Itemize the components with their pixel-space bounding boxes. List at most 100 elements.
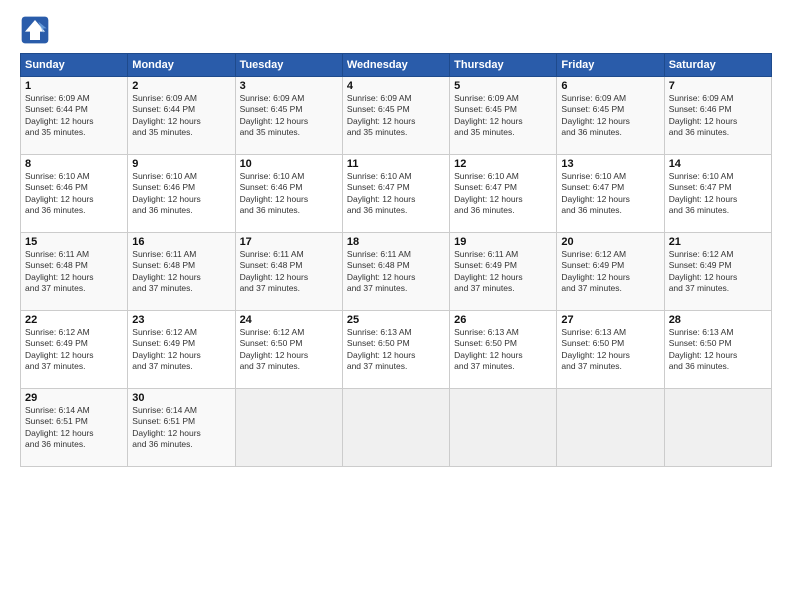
table-cell-4: 4 Sunrise: 6:09 AM Sunset: 6:45 PM Dayli… [342, 77, 449, 155]
day-number: 21 [669, 236, 767, 248]
table-cell-7: 7 Sunrise: 6:09 AM Sunset: 6:46 PM Dayli… [664, 77, 771, 155]
table-cell-8: 8 Sunrise: 6:10 AM Sunset: 6:46 PM Dayli… [21, 155, 128, 233]
day-number: 7 [669, 80, 767, 92]
table-cell-empty [557, 389, 664, 467]
day-info: Sunrise: 6:12 AM Sunset: 6:49 PM Dayligh… [25, 327, 123, 373]
day-info: Sunrise: 6:13 AM Sunset: 6:50 PM Dayligh… [561, 327, 659, 373]
day-info: Sunrise: 6:10 AM Sunset: 6:47 PM Dayligh… [561, 171, 659, 217]
day-number: 30 [132, 392, 230, 404]
day-info: Sunrise: 6:09 AM Sunset: 6:44 PM Dayligh… [25, 93, 123, 139]
day-info: Sunrise: 6:14 AM Sunset: 6:51 PM Dayligh… [25, 405, 123, 451]
day-info: Sunrise: 6:14 AM Sunset: 6:51 PM Dayligh… [132, 405, 230, 451]
day-number: 16 [132, 236, 230, 248]
header-sunday: Sunday [21, 54, 128, 77]
table-cell-24: 24 Sunrise: 6:12 AM Sunset: 6:50 PM Dayl… [235, 311, 342, 389]
day-info: Sunrise: 6:11 AM Sunset: 6:48 PM Dayligh… [132, 249, 230, 295]
table-cell-20: 20 Sunrise: 6:12 AM Sunset: 6:49 PM Dayl… [557, 233, 664, 311]
day-number: 2 [132, 80, 230, 92]
table-cell-28: 28 Sunrise: 6:13 AM Sunset: 6:50 PM Dayl… [664, 311, 771, 389]
table-cell-26: 26 Sunrise: 6:13 AM Sunset: 6:50 PM Dayl… [450, 311, 557, 389]
day-info: Sunrise: 6:11 AM Sunset: 6:48 PM Dayligh… [25, 249, 123, 295]
table-cell-6: 6 Sunrise: 6:09 AM Sunset: 6:45 PM Dayli… [557, 77, 664, 155]
day-info: Sunrise: 6:10 AM Sunset: 6:47 PM Dayligh… [347, 171, 445, 217]
day-info: Sunrise: 6:10 AM Sunset: 6:47 PM Dayligh… [669, 171, 767, 217]
day-info: Sunrise: 6:10 AM Sunset: 6:46 PM Dayligh… [240, 171, 338, 217]
header-thursday: Thursday [450, 54, 557, 77]
table-cell-1: 1 Sunrise: 6:09 AM Sunset: 6:44 PM Dayli… [21, 77, 128, 155]
day-number: 10 [240, 158, 338, 170]
header-friday: Friday [557, 54, 664, 77]
logo [20, 15, 54, 45]
table-cell-21: 21 Sunrise: 6:12 AM Sunset: 6:49 PM Dayl… [664, 233, 771, 311]
table-cell-3: 3 Sunrise: 6:09 AM Sunset: 6:45 PM Dayli… [235, 77, 342, 155]
day-number: 19 [454, 236, 552, 248]
day-number: 26 [454, 314, 552, 326]
logo-icon [20, 15, 50, 45]
header-saturday: Saturday [664, 54, 771, 77]
table-cell-23: 23 Sunrise: 6:12 AM Sunset: 6:49 PM Dayl… [128, 311, 235, 389]
day-number: 29 [25, 392, 123, 404]
table-cell-empty [664, 389, 771, 467]
day-number: 23 [132, 314, 230, 326]
day-info: Sunrise: 6:12 AM Sunset: 6:50 PM Dayligh… [240, 327, 338, 373]
day-number: 5 [454, 80, 552, 92]
day-info: Sunrise: 6:12 AM Sunset: 6:49 PM Dayligh… [561, 249, 659, 295]
day-number: 28 [669, 314, 767, 326]
table-cell-empty [342, 389, 449, 467]
day-number: 11 [347, 158, 445, 170]
day-number: 24 [240, 314, 338, 326]
day-number: 14 [669, 158, 767, 170]
weekday-header-row: Sunday Monday Tuesday Wednesday Thursday… [21, 54, 772, 77]
table-cell-2: 2 Sunrise: 6:09 AM Sunset: 6:44 PM Dayli… [128, 77, 235, 155]
table-cell-14: 14 Sunrise: 6:10 AM Sunset: 6:47 PM Dayl… [664, 155, 771, 233]
calendar-table: Sunday Monday Tuesday Wednesday Thursday… [20, 53, 772, 467]
day-info: Sunrise: 6:13 AM Sunset: 6:50 PM Dayligh… [669, 327, 767, 373]
day-number: 15 [25, 236, 123, 248]
table-cell-13: 13 Sunrise: 6:10 AM Sunset: 6:47 PM Dayl… [557, 155, 664, 233]
day-info: Sunrise: 6:10 AM Sunset: 6:47 PM Dayligh… [454, 171, 552, 217]
table-cell-27: 27 Sunrise: 6:13 AM Sunset: 6:50 PM Dayl… [557, 311, 664, 389]
day-number: 27 [561, 314, 659, 326]
table-cell-22: 22 Sunrise: 6:12 AM Sunset: 6:49 PM Dayl… [21, 311, 128, 389]
table-cell-5: 5 Sunrise: 6:09 AM Sunset: 6:45 PM Dayli… [450, 77, 557, 155]
table-cell-9: 9 Sunrise: 6:10 AM Sunset: 6:46 PM Dayli… [128, 155, 235, 233]
table-cell-empty [450, 389, 557, 467]
header [20, 15, 772, 45]
day-number: 20 [561, 236, 659, 248]
day-info: Sunrise: 6:13 AM Sunset: 6:50 PM Dayligh… [454, 327, 552, 373]
day-number: 22 [25, 314, 123, 326]
day-info: Sunrise: 6:11 AM Sunset: 6:48 PM Dayligh… [347, 249, 445, 295]
day-number: 9 [132, 158, 230, 170]
day-number: 17 [240, 236, 338, 248]
table-cell-12: 12 Sunrise: 6:10 AM Sunset: 6:47 PM Dayl… [450, 155, 557, 233]
page: Sunday Monday Tuesday Wednesday Thursday… [0, 0, 792, 612]
day-info: Sunrise: 6:13 AM Sunset: 6:50 PM Dayligh… [347, 327, 445, 373]
day-info: Sunrise: 6:11 AM Sunset: 6:48 PM Dayligh… [240, 249, 338, 295]
table-cell-18: 18 Sunrise: 6:11 AM Sunset: 6:48 PM Dayl… [342, 233, 449, 311]
table-cell-10: 10 Sunrise: 6:10 AM Sunset: 6:46 PM Dayl… [235, 155, 342, 233]
day-number: 1 [25, 80, 123, 92]
day-number: 18 [347, 236, 445, 248]
table-cell-19: 19 Sunrise: 6:11 AM Sunset: 6:49 PM Dayl… [450, 233, 557, 311]
day-info: Sunrise: 6:09 AM Sunset: 6:45 PM Dayligh… [454, 93, 552, 139]
table-cell-16: 16 Sunrise: 6:11 AM Sunset: 6:48 PM Dayl… [128, 233, 235, 311]
day-info: Sunrise: 6:12 AM Sunset: 6:49 PM Dayligh… [132, 327, 230, 373]
day-info: Sunrise: 6:09 AM Sunset: 6:44 PM Dayligh… [132, 93, 230, 139]
day-info: Sunrise: 6:09 AM Sunset: 6:45 PM Dayligh… [240, 93, 338, 139]
table-cell-17: 17 Sunrise: 6:11 AM Sunset: 6:48 PM Dayl… [235, 233, 342, 311]
day-number: 6 [561, 80, 659, 92]
day-number: 4 [347, 80, 445, 92]
table-cell-25: 25 Sunrise: 6:13 AM Sunset: 6:50 PM Dayl… [342, 311, 449, 389]
day-info: Sunrise: 6:09 AM Sunset: 6:45 PM Dayligh… [347, 93, 445, 139]
day-number: 3 [240, 80, 338, 92]
table-cell-29: 29 Sunrise: 6:14 AM Sunset: 6:51 PM Dayl… [21, 389, 128, 467]
table-cell-30: 30 Sunrise: 6:14 AM Sunset: 6:51 PM Dayl… [128, 389, 235, 467]
day-number: 25 [347, 314, 445, 326]
day-number: 8 [25, 158, 123, 170]
header-tuesday: Tuesday [235, 54, 342, 77]
header-monday: Monday [128, 54, 235, 77]
table-cell-11: 11 Sunrise: 6:10 AM Sunset: 6:47 PM Dayl… [342, 155, 449, 233]
table-cell-15: 15 Sunrise: 6:11 AM Sunset: 6:48 PM Dayl… [21, 233, 128, 311]
table-cell-empty [235, 389, 342, 467]
day-info: Sunrise: 6:10 AM Sunset: 6:46 PM Dayligh… [25, 171, 123, 217]
